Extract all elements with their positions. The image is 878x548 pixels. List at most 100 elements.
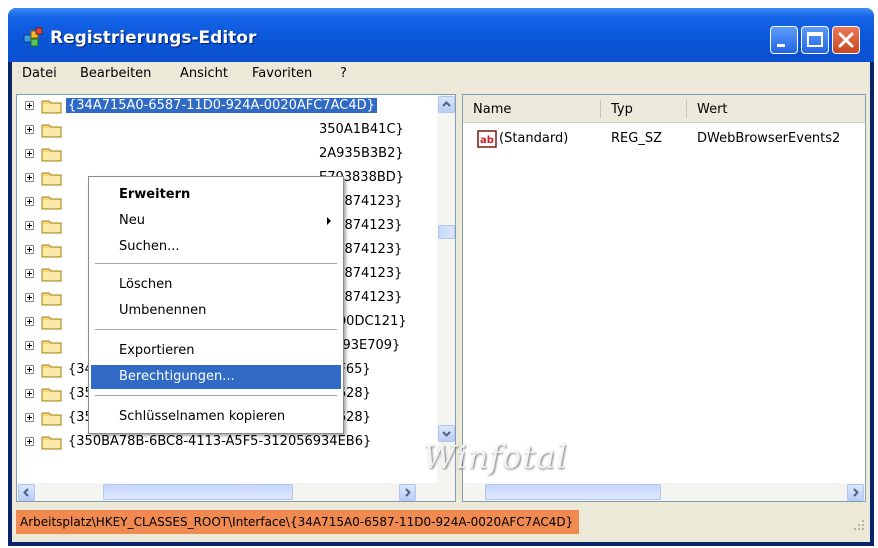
expand-plus-icon[interactable] [25,365,34,374]
context-menu-item[interactable]: Umbenennen [91,299,341,323]
value-row[interactable]: ab (Standard) REG_SZ DWebBrowserEvents2 [463,129,865,149]
menu-ansicht[interactable]: Ansicht [180,66,228,81]
scroll-left-button[interactable] [18,484,35,501]
tree-vertical-scrollbar[interactable] [437,95,455,483]
tree-item-label: {34A715A0-6587-11D0-924A-0020AFC7AC4D} [65,97,378,114]
close-button[interactable] [832,26,860,54]
menu-datei[interactable]: Datei [22,66,57,81]
folder-icon [41,316,62,330]
column-header-value-label: Wert [697,102,728,117]
context-menu-item[interactable]: Erweitern [91,183,341,207]
expand-plus-icon[interactable] [25,197,34,206]
context-menu-separator [95,263,337,264]
context-menu-item-label: Umbenennen [119,303,207,318]
column-header-value[interactable]: Wert [687,95,865,123]
scroll-up-button[interactable] [438,96,455,113]
folder-icon [41,364,62,378]
scroll-right-button[interactable] [399,484,416,501]
folder-icon [41,124,62,138]
column-header-type[interactable]: Typ [601,95,687,123]
context-menu-item[interactable]: Löschen [91,273,341,297]
folder-icon [41,220,62,234]
values-scroll-right-button[interactable] [847,484,864,501]
chevron-right-icon [853,488,859,497]
context-menu-separator [95,395,337,396]
close-icon [838,32,854,48]
status-bar: Arbeitsplatz\HKEY_CLASSES_ROOT\Interface… [12,508,870,536]
column-header-name[interactable]: Name [463,95,601,123]
tree-item[interactable]: 2A935B3B2} [17,143,437,167]
maximize-icon [807,32,823,47]
context-menu-item-label: Neu [119,213,145,228]
expand-plus-icon[interactable] [25,437,34,446]
expand-plus-icon[interactable] [25,341,34,350]
context-menu-item[interactable]: Suchen... [91,235,341,259]
maximize-button[interactable] [801,26,829,54]
folder-icon [41,148,62,162]
expand-plus-icon[interactable] [25,221,34,230]
folder-icon [41,292,62,306]
folder-icon [41,340,62,354]
string-value-icon: ab [477,130,497,148]
value-name: (Standard) [499,131,569,146]
menu-help[interactable]: ? [340,66,347,81]
expand-plus-icon[interactable] [25,173,34,182]
folder-icon [41,244,62,258]
folder-icon [41,196,62,210]
value-type: REG_SZ [611,131,662,146]
expand-plus-icon[interactable] [25,413,34,422]
folder-icon [41,172,62,186]
context-menu-item-label: Löschen [119,277,173,292]
tree-item[interactable]: {350BA78B-6BC8-4113-A5F5-312056934EB6} [17,431,437,455]
menu-favoriten[interactable]: Favoriten [252,66,312,81]
expand-plus-icon[interactable] [25,293,34,302]
tree-horizontal-scrollbar[interactable] [17,483,455,501]
tree-item-label: 350A1B41C} [319,122,404,137]
context-menu-item[interactable]: Exportieren [91,339,341,363]
svg-text:ab: ab [480,135,494,146]
minimize-icon [777,44,785,47]
context-menu-item-label: Schlüsselnamen kopieren [119,409,286,424]
tree-item[interactable]: 350A1B41C} [17,119,437,143]
window-title: Registrierungs-Editor [50,28,257,48]
tree-vertical-scroll-thumb[interactable] [438,225,455,239]
column-header-type-label: Typ [611,102,633,117]
context-menu-item[interactable]: Berechtigungen... [91,365,341,389]
submenu-arrow-icon [327,217,331,225]
tree-item[interactable]: {34A715A0-6587-11D0-924A-0020AFC7AC4D} [17,95,437,119]
context-menu-item[interactable]: Neu [91,209,341,233]
registry-editor-icon [23,27,43,47]
folder-icon [41,388,62,402]
menu-bearbeiten[interactable]: Bearbeiten [80,66,151,81]
tree-item-label: {350BA78B-6BC8-4113-A5F5-312056934EB6} [68,434,372,449]
folder-icon [41,412,62,426]
expand-plus-icon[interactable] [25,317,34,326]
context-menu-item-label: Suchen... [119,239,180,254]
context-menu-item-label: Exportieren [119,343,195,358]
column-header-name-label: Name [473,102,512,117]
folder-icon [41,268,62,282]
watermark-logo: Winfotal [423,438,568,476]
context-menu-item[interactable]: Schlüsselnamen kopieren [91,405,341,429]
resize-grip-icon[interactable] [852,518,866,532]
expand-plus-icon[interactable] [25,389,34,398]
expand-plus-icon[interactable] [25,245,34,254]
values-horizontal-scrollbar[interactable] [463,483,865,501]
expand-plus-icon[interactable] [25,125,34,134]
chevron-right-icon [405,488,411,497]
context-menu-item-label: Erweitern [119,187,191,202]
chevron-left-icon [23,488,29,497]
title-bar[interactable]: Registrierungs-Editor [8,8,874,62]
expand-plus-icon[interactable] [25,101,34,110]
status-path: Arbeitsplatz\HKEY_CLASSES_ROOT\Interface… [16,510,580,534]
context-menu-separator [95,329,337,330]
tree-horizontal-scroll-thumb[interactable] [103,484,293,500]
expand-plus-icon[interactable] [25,269,34,278]
context-menu-item-label: Berechtigungen... [119,369,235,384]
folder-icon [41,436,62,450]
minimize-button[interactable] [770,26,798,54]
folder-open-icon [41,100,62,114]
expand-plus-icon[interactable] [25,149,34,158]
tree-item-label: 2A935B3B2} [319,146,404,161]
values-horizontal-scroll-thumb[interactable] [485,484,661,500]
